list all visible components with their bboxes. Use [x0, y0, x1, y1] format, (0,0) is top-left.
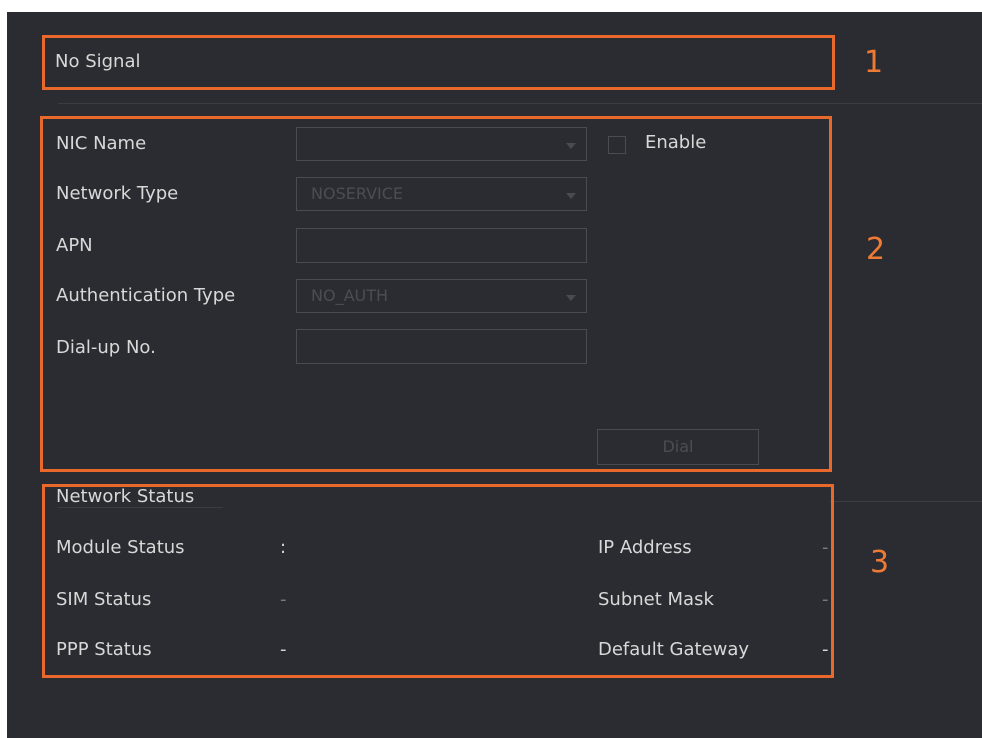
signal-status: No Signal — [55, 51, 141, 72]
sim-status-label: SIM Status — [56, 589, 152, 610]
callout-number-3: 3 — [870, 545, 890, 580]
callout-box-signal — [42, 35, 835, 90]
callout-number-2: 2 — [866, 232, 886, 267]
enable-label: Enable — [645, 132, 707, 153]
ip-address-value: - — [822, 537, 829, 558]
auth-type-value: NO_AUTH — [311, 286, 389, 305]
nic-name-select[interactable] — [296, 127, 587, 161]
dial-button[interactable]: Dial — [597, 429, 759, 465]
subnet-mask-label: Subnet Mask — [598, 589, 714, 610]
dialup-input[interactable] — [296, 329, 587, 364]
subnet-mask-value: - — [822, 589, 829, 610]
network-type-label: Network Type — [56, 183, 179, 204]
chevron-down-icon — [566, 143, 576, 149]
chevron-down-icon — [566, 193, 576, 199]
divider-status — [830, 501, 982, 502]
network-status-title: Network Status — [56, 486, 195, 507]
default-gateway-value: - — [822, 639, 829, 660]
auth-type-select[interactable]: NO_AUTH — [296, 279, 587, 313]
network-type-select[interactable]: NOSERVICE — [296, 177, 587, 211]
callout-number-1: 1 — [864, 45, 884, 80]
apn-input[interactable] — [296, 228, 587, 263]
module-status-label: Module Status — [56, 537, 185, 558]
nic-name-label: NIC Name — [56, 133, 147, 154]
dialup-label: Dial-up No. — [56, 337, 156, 358]
default-gateway-label: Default Gateway — [598, 639, 750, 660]
module-status-value: : — [280, 537, 287, 558]
ip-address-label: IP Address — [598, 537, 692, 558]
ppp-status-label: PPP Status — [56, 639, 152, 660]
auth-type-label: Authentication Type — [56, 285, 236, 306]
divider-top — [58, 103, 982, 104]
enable-checkbox[interactable] — [608, 136, 626, 154]
ppp-status-value: - — [280, 639, 287, 660]
sim-status-value: - — [280, 589, 287, 610]
network-type-value: NOSERVICE — [311, 184, 404, 203]
apn-label: APN — [56, 235, 93, 256]
chevron-down-icon — [566, 295, 576, 301]
